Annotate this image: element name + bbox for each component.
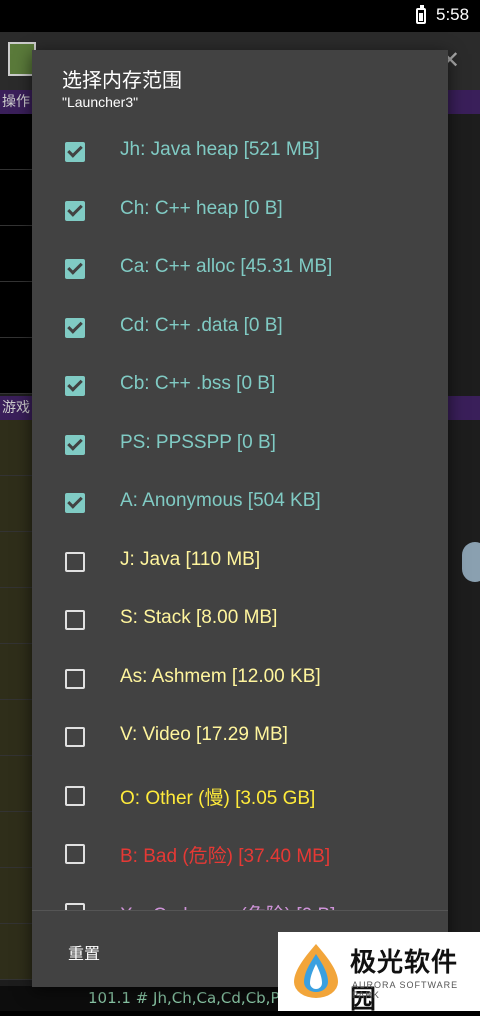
memory-range-dialog: 选择内存范围 "Launcher3" Jh: Java heap [521 MB… bbox=[32, 50, 448, 987]
memory-range-item[interactable]: Cb: C++ .bss [0 B] bbox=[32, 357, 448, 415]
background-row bbox=[0, 924, 32, 980]
reset-button[interactable]: 重置 bbox=[68, 940, 100, 964]
checkbox-unchecked[interactable] bbox=[65, 785, 85, 806]
watermark-subtitle: AURORA SOFTWARE PARK bbox=[352, 980, 459, 1000]
memory-range-item[interactable]: B: Bad (危险) [37.40 MB] bbox=[32, 825, 448, 883]
memory-range-label: O: Other (慢) [3.05 GB] bbox=[120, 787, 316, 809]
memory-range-label: Xs: Code app (危险) [0 B] bbox=[120, 900, 335, 911]
background-row bbox=[0, 532, 32, 588]
checkbox-unchecked[interactable] bbox=[65, 668, 85, 689]
memory-range-label: Jh: Java heap [521 MB] bbox=[120, 139, 320, 160]
memory-range-label: S: Stack [8.00 MB] bbox=[120, 607, 278, 628]
status-time: 5:58 bbox=[436, 5, 470, 24]
checkbox-unchecked[interactable] bbox=[65, 844, 85, 864]
memory-range-label: J: Java [110 MB] bbox=[120, 548, 261, 570]
memory-range-label: Cb: C++ .bss [0 B] bbox=[120, 373, 276, 394]
watermark: 极光软件园 AURORA SOFTWARE PARK bbox=[278, 932, 480, 1015]
memory-range-item[interactable]: S: Stack [8.00 MB] bbox=[32, 591, 448, 649]
memory-range-item[interactable]: V: Video [17.29 MB] bbox=[32, 708, 448, 766]
background-row bbox=[0, 420, 32, 476]
background-row bbox=[0, 226, 32, 282]
status-bar: 5:58 bbox=[0, 0, 480, 32]
background-row bbox=[0, 700, 32, 756]
memory-range-label: V: Video [17.29 MB] bbox=[120, 724, 288, 745]
background-row bbox=[0, 812, 32, 868]
memory-range-label: Cd: C++ .data [0 B] bbox=[120, 314, 283, 336]
memory-range-item[interactable]: Xs: Code app (危险) [0 B] bbox=[32, 884, 448, 911]
memory-range-label: Ch: C++ heap [0 B] bbox=[120, 197, 283, 219]
checkbox-unchecked[interactable] bbox=[65, 727, 85, 747]
memory-range-label: PS: PPSSPP [0 B] bbox=[120, 431, 276, 453]
checkbox-checked[interactable] bbox=[65, 434, 85, 455]
background-row bbox=[0, 170, 32, 226]
dialog-subtitle: "Launcher3" bbox=[62, 94, 139, 110]
memory-range-list[interactable]: Jh: Java heap [521 MB] Ch: C++ heap [0 B… bbox=[32, 123, 448, 910]
background-row bbox=[0, 868, 32, 924]
memory-range-item[interactable]: A: Anonymous [504 KB] bbox=[32, 474, 448, 532]
memory-range-label: As: Ashmem [12.00 KB] bbox=[120, 665, 321, 687]
watermark-logo-icon bbox=[294, 944, 338, 998]
checkbox-checked[interactable] bbox=[65, 259, 85, 279]
checkbox-checked[interactable] bbox=[65, 142, 85, 162]
checkbox-checked[interactable] bbox=[65, 376, 85, 396]
floating-button-icon[interactable] bbox=[462, 542, 480, 582]
memory-range-item[interactable]: O: Other (慢) [3.05 GB] bbox=[32, 767, 448, 825]
checkbox-unchecked[interactable] bbox=[65, 902, 85, 910]
watermark-name: 极光软件园 bbox=[350, 948, 459, 1015]
memory-range-label: Ca: C++ alloc [45.31 MB] bbox=[120, 256, 333, 277]
background-row bbox=[0, 644, 32, 700]
checkbox-checked[interactable] bbox=[65, 493, 85, 513]
memory-range-item[interactable]: J: Java [110 MB] bbox=[32, 533, 448, 591]
background-row bbox=[0, 114, 32, 170]
memory-range-item[interactable]: Cd: C++ .data [0 B] bbox=[32, 299, 448, 357]
memory-range-label: B: Bad (危险) [37.40 MB] bbox=[120, 846, 331, 867]
memory-range-item[interactable]: Ca: C++ alloc [45.31 MB] bbox=[32, 240, 448, 298]
checkbox-unchecked[interactable] bbox=[65, 610, 85, 630]
battery-icon bbox=[416, 5, 426, 24]
background-row bbox=[0, 588, 32, 644]
checkbox-checked[interactable] bbox=[65, 200, 85, 221]
checkbox-checked[interactable] bbox=[65, 317, 85, 338]
background-row bbox=[0, 282, 32, 338]
memory-range-item[interactable]: Jh: Java heap [521 MB] bbox=[32, 123, 448, 181]
dialog-title: 选择内存范围 bbox=[62, 68, 182, 92]
checkbox-unchecked[interactable] bbox=[65, 551, 85, 572]
background-row bbox=[0, 756, 32, 812]
background-row bbox=[0, 338, 32, 394]
background-row bbox=[0, 476, 32, 532]
memory-range-item[interactable]: Ch: C++ heap [0 B] bbox=[32, 182, 448, 240]
memory-range-item[interactable]: As: Ashmem [12.00 KB] bbox=[32, 650, 448, 708]
memory-range-label: A: Anonymous [504 KB] bbox=[120, 490, 321, 511]
memory-range-item[interactable]: PS: PPSSPP [0 B] bbox=[32, 416, 448, 474]
